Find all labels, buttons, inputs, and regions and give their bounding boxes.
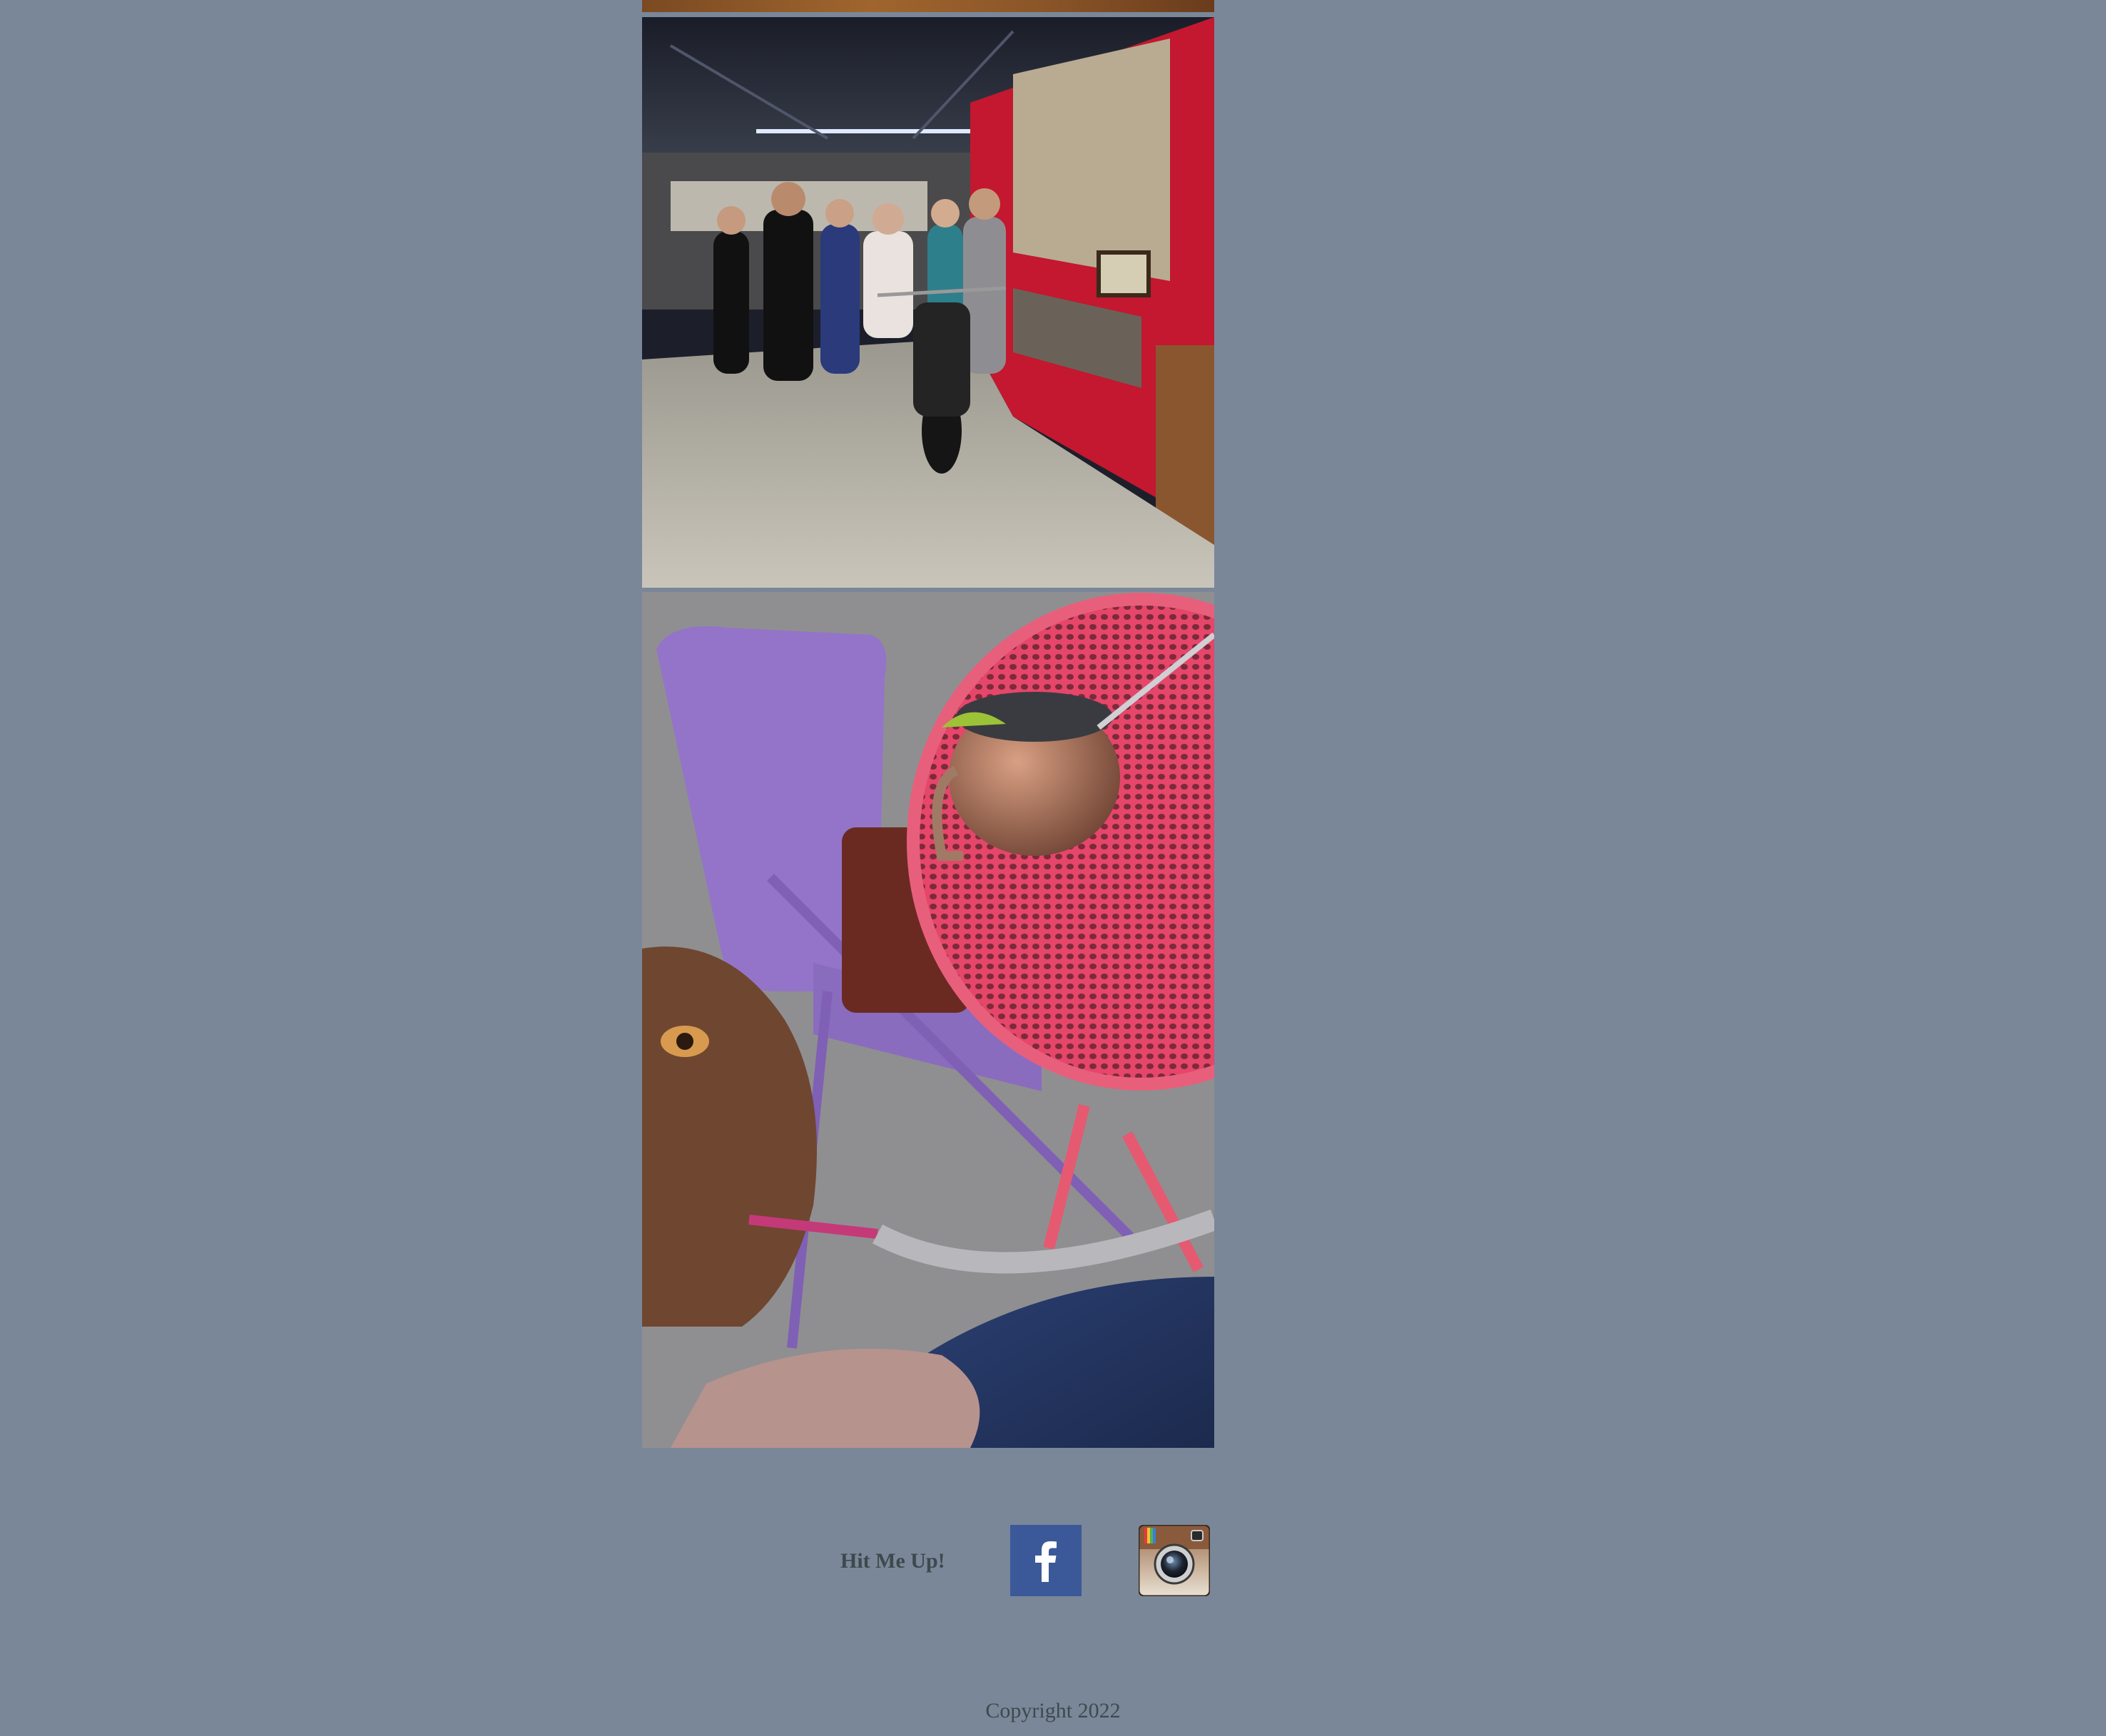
- photo-dog-table[interactable]: [642, 592, 1214, 1448]
- dog-photo-image: [642, 592, 1214, 1448]
- copyright-text: Copyright 2022: [985, 1699, 1121, 1722]
- instagram-icon: [1139, 1525, 1210, 1596]
- facebook-icon: [1035, 1541, 1057, 1582]
- contact-label: Hit Me Up!: [840, 1549, 945, 1573]
- instagram-link[interactable]: [1139, 1525, 1210, 1596]
- photo-group-motorcycle[interactable]: [642, 17, 1214, 588]
- facebook-link[interactable]: [1010, 1525, 1082, 1596]
- photo-top-strip: [642, 0, 1214, 12]
- group-photo-image: [642, 17, 1214, 588]
